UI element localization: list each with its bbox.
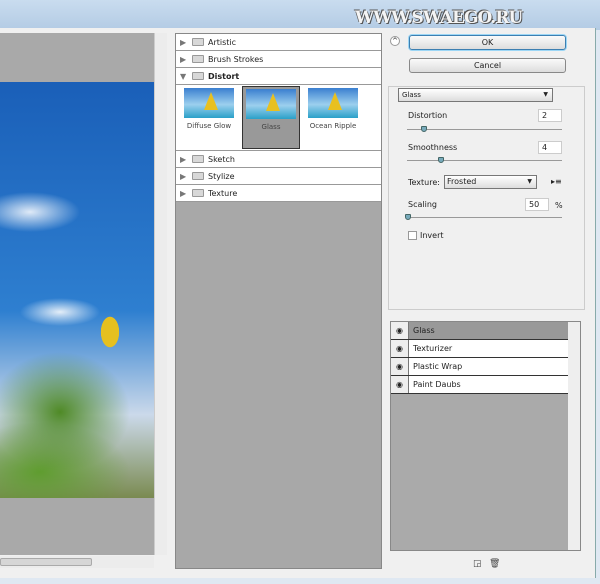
expand-icon: ▶ [180,188,187,198]
texture-label: Texture: [408,178,440,187]
watermark: WWW.SWAEGO.RU [355,8,523,28]
dropdown-arrow-icon: ▼ [527,178,532,185]
collapse-gallery-button[interactable]: ^ [390,36,400,46]
filter-ocean-ripple[interactable]: Ocean Ripple [304,86,362,149]
thumbnail-image [308,88,358,118]
smoothness-slider[interactable] [407,160,562,161]
invert-checkbox[interactable] [408,231,417,240]
folder-icon [192,172,204,180]
layers-scrollbar[interactable] [568,322,580,550]
folder-icon [192,189,204,197]
effect-layer-plastic-wrap[interactable]: ◉ Plastic Wrap [391,358,569,376]
scroll-thumb[interactable] [0,558,92,566]
dropdown-arrow-icon: ▼ [543,91,548,98]
folder-icon [192,55,204,63]
smoothness-input[interactable]: 4 [538,141,562,154]
filter-select[interactable]: Glass ▼ [398,88,553,102]
collapse-icon: ▼ [180,71,187,81]
filter-glass[interactable]: Glass [242,86,300,149]
distortion-label: Distortion [408,111,448,120]
expand-icon: ▶ [180,37,187,47]
invert-label: Invert [420,231,444,240]
category-brush-strokes[interactable]: ▶ Brush Strokes [176,51,381,68]
folder-icon [192,155,204,163]
category-distort[interactable]: ▼ Distort [176,68,381,85]
preview-horizontal-scrollbar[interactable] [0,556,154,568]
texture-select[interactable]: Frosted ▼ [444,175,537,189]
expand-icon: ▶ [180,54,187,64]
category-stylize[interactable]: ▶ Stylize [176,168,381,185]
category-artistic[interactable]: ▶ Artistic [176,34,381,51]
folder-icon [192,38,204,46]
distortion-slider-handle[interactable] [421,126,427,132]
folder-icon [192,72,204,80]
effect-layers-list: ◉ Glass ◉ Texturizer ◉ Plastic Wrap ◉ Paint … [390,321,581,551]
effect-layer-paint-daubs[interactable]: ◉ Paint Daubs [391,376,569,394]
preview-area [0,33,154,555]
eye-icon[interactable]: ◉ [391,340,409,357]
smoothness-slider-handle[interactable] [438,157,444,163]
category-sketch[interactable]: ▶ Sketch [176,151,381,168]
thumbnail-image [184,88,234,118]
delete-effect-layer-icon[interactable]: 🗑 [489,559,500,569]
ok-button[interactable]: OK [409,35,566,50]
new-effect-layer-icon[interactable]: ◲ [473,559,482,569]
effect-layer-texturizer[interactable]: ◉ Texturizer [391,340,569,358]
eye-icon[interactable]: ◉ [391,322,409,339]
filter-diffuse-glow[interactable]: Diffuse Glow [180,86,238,149]
distortion-slider[interactable] [407,129,562,130]
eye-icon[interactable]: ◉ [391,358,409,375]
scaling-input[interactable]: 50 [525,198,549,211]
filter-list: ▶ Artistic ▶ Brush Strokes ▼ Distort Diffus… [175,33,382,569]
scaling-slider[interactable] [407,217,562,218]
preview-vertical-scrollbar[interactable] [154,33,167,555]
category-texture[interactable]: ▶ Texture [176,185,381,202]
thumbnail-image [246,89,296,119]
smoothness-label: Smoothness [408,143,458,152]
expand-icon: ▶ [180,171,187,181]
scaling-label: Scaling [408,200,437,209]
texture-menu-icon[interactable]: ▸≡ [551,177,562,186]
scaling-unit: % [555,201,563,210]
distort-thumbnails: Diffuse Glow Glass Ocean Ripple [176,85,381,151]
cancel-button[interactable]: Cancel [409,58,566,73]
scaling-slider-handle[interactable] [405,214,411,220]
preview-image [0,82,154,498]
effect-layer-glass[interactable]: ◉ Glass [391,322,569,340]
distortion-input[interactable]: 2 [538,109,562,122]
expand-icon: ▶ [180,154,187,164]
eye-icon[interactable]: ◉ [391,376,409,393]
